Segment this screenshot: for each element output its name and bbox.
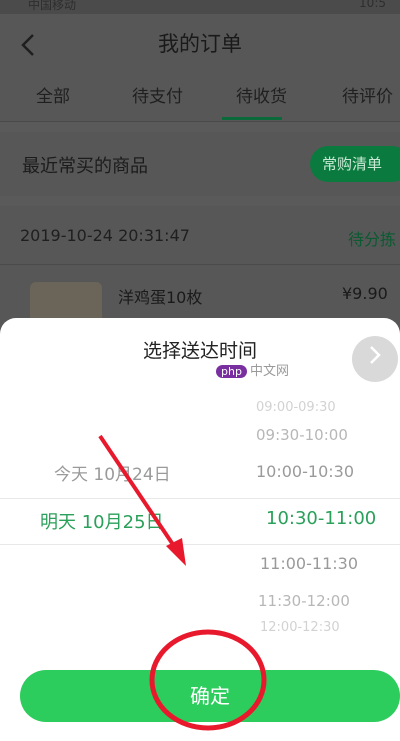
order-status: 待分拣 (348, 230, 397, 249)
carrier-label: 中国移动 (28, 0, 77, 12)
close-sheet-button[interactable] (352, 336, 398, 382)
slot-option[interactable]: 09:00-09:30 (256, 400, 336, 415)
picker-divider-top (0, 498, 400, 499)
tab-all[interactable]: 全部 (36, 82, 70, 107)
recent-products-bar: 最近常买的商品 常购清单 (0, 132, 400, 196)
day-option-tomorrow[interactable]: 明天 10月25日 (40, 508, 164, 534)
day-option-today[interactable]: 今天 10月24日 (54, 460, 171, 485)
watermark-text: 中文网 (249, 364, 289, 379)
tab-pending-delivery[interactable]: 待收货 (236, 82, 287, 107)
product-name: 洋鸡蛋10枚 (118, 288, 203, 307)
tab-active-indicator (222, 117, 282, 120)
nav-bar: 我的订单 (0, 14, 400, 70)
confirm-button[interactable]: 确定 (20, 670, 400, 722)
tab-pending-review[interactable]: 待评价 (342, 82, 393, 107)
watermark-badge: php (216, 365, 247, 378)
slot-option[interactable]: 11:00-11:30 (260, 554, 358, 573)
slot-option[interactable]: 12:00-12:30 (260, 620, 340, 635)
status-bar: 中国移动 10:5 (0, 0, 400, 14)
tab-pending-payment[interactable]: 待支付 (132, 82, 183, 107)
slot-option[interactable]: 10:00-10:30 (256, 462, 354, 481)
slot-option[interactable]: 09:30-10:00 (256, 426, 348, 444)
order-time: 2019-10-24 20:31:47 (20, 226, 190, 245)
sheet-title: 选择送达时间 (142, 340, 257, 362)
slot-option[interactable]: 11:30-12:00 (258, 592, 350, 610)
order-tabs: 全部 待支付 待收货 待评价 (0, 70, 400, 122)
clock-label: 10:5 (359, 0, 386, 10)
product-price: ¥9.90 (342, 284, 388, 303)
picker-divider-bottom (0, 544, 400, 545)
order-divider (0, 264, 400, 265)
watermark: php 中文网 (216, 360, 289, 379)
chevron-right-icon (367, 343, 383, 373)
frequent-list-button[interactable]: 常购清单 (310, 146, 400, 182)
page-title: 我的订单 (158, 32, 242, 56)
recent-products-label: 最近常买的商品 (22, 156, 148, 177)
slot-option-selected[interactable]: 10:30-11:00 (266, 508, 376, 529)
delivery-time-sheet: 选择送达时间 php 中文网 今天 10月24日 明天 10月25日 09:00-… (0, 318, 400, 741)
